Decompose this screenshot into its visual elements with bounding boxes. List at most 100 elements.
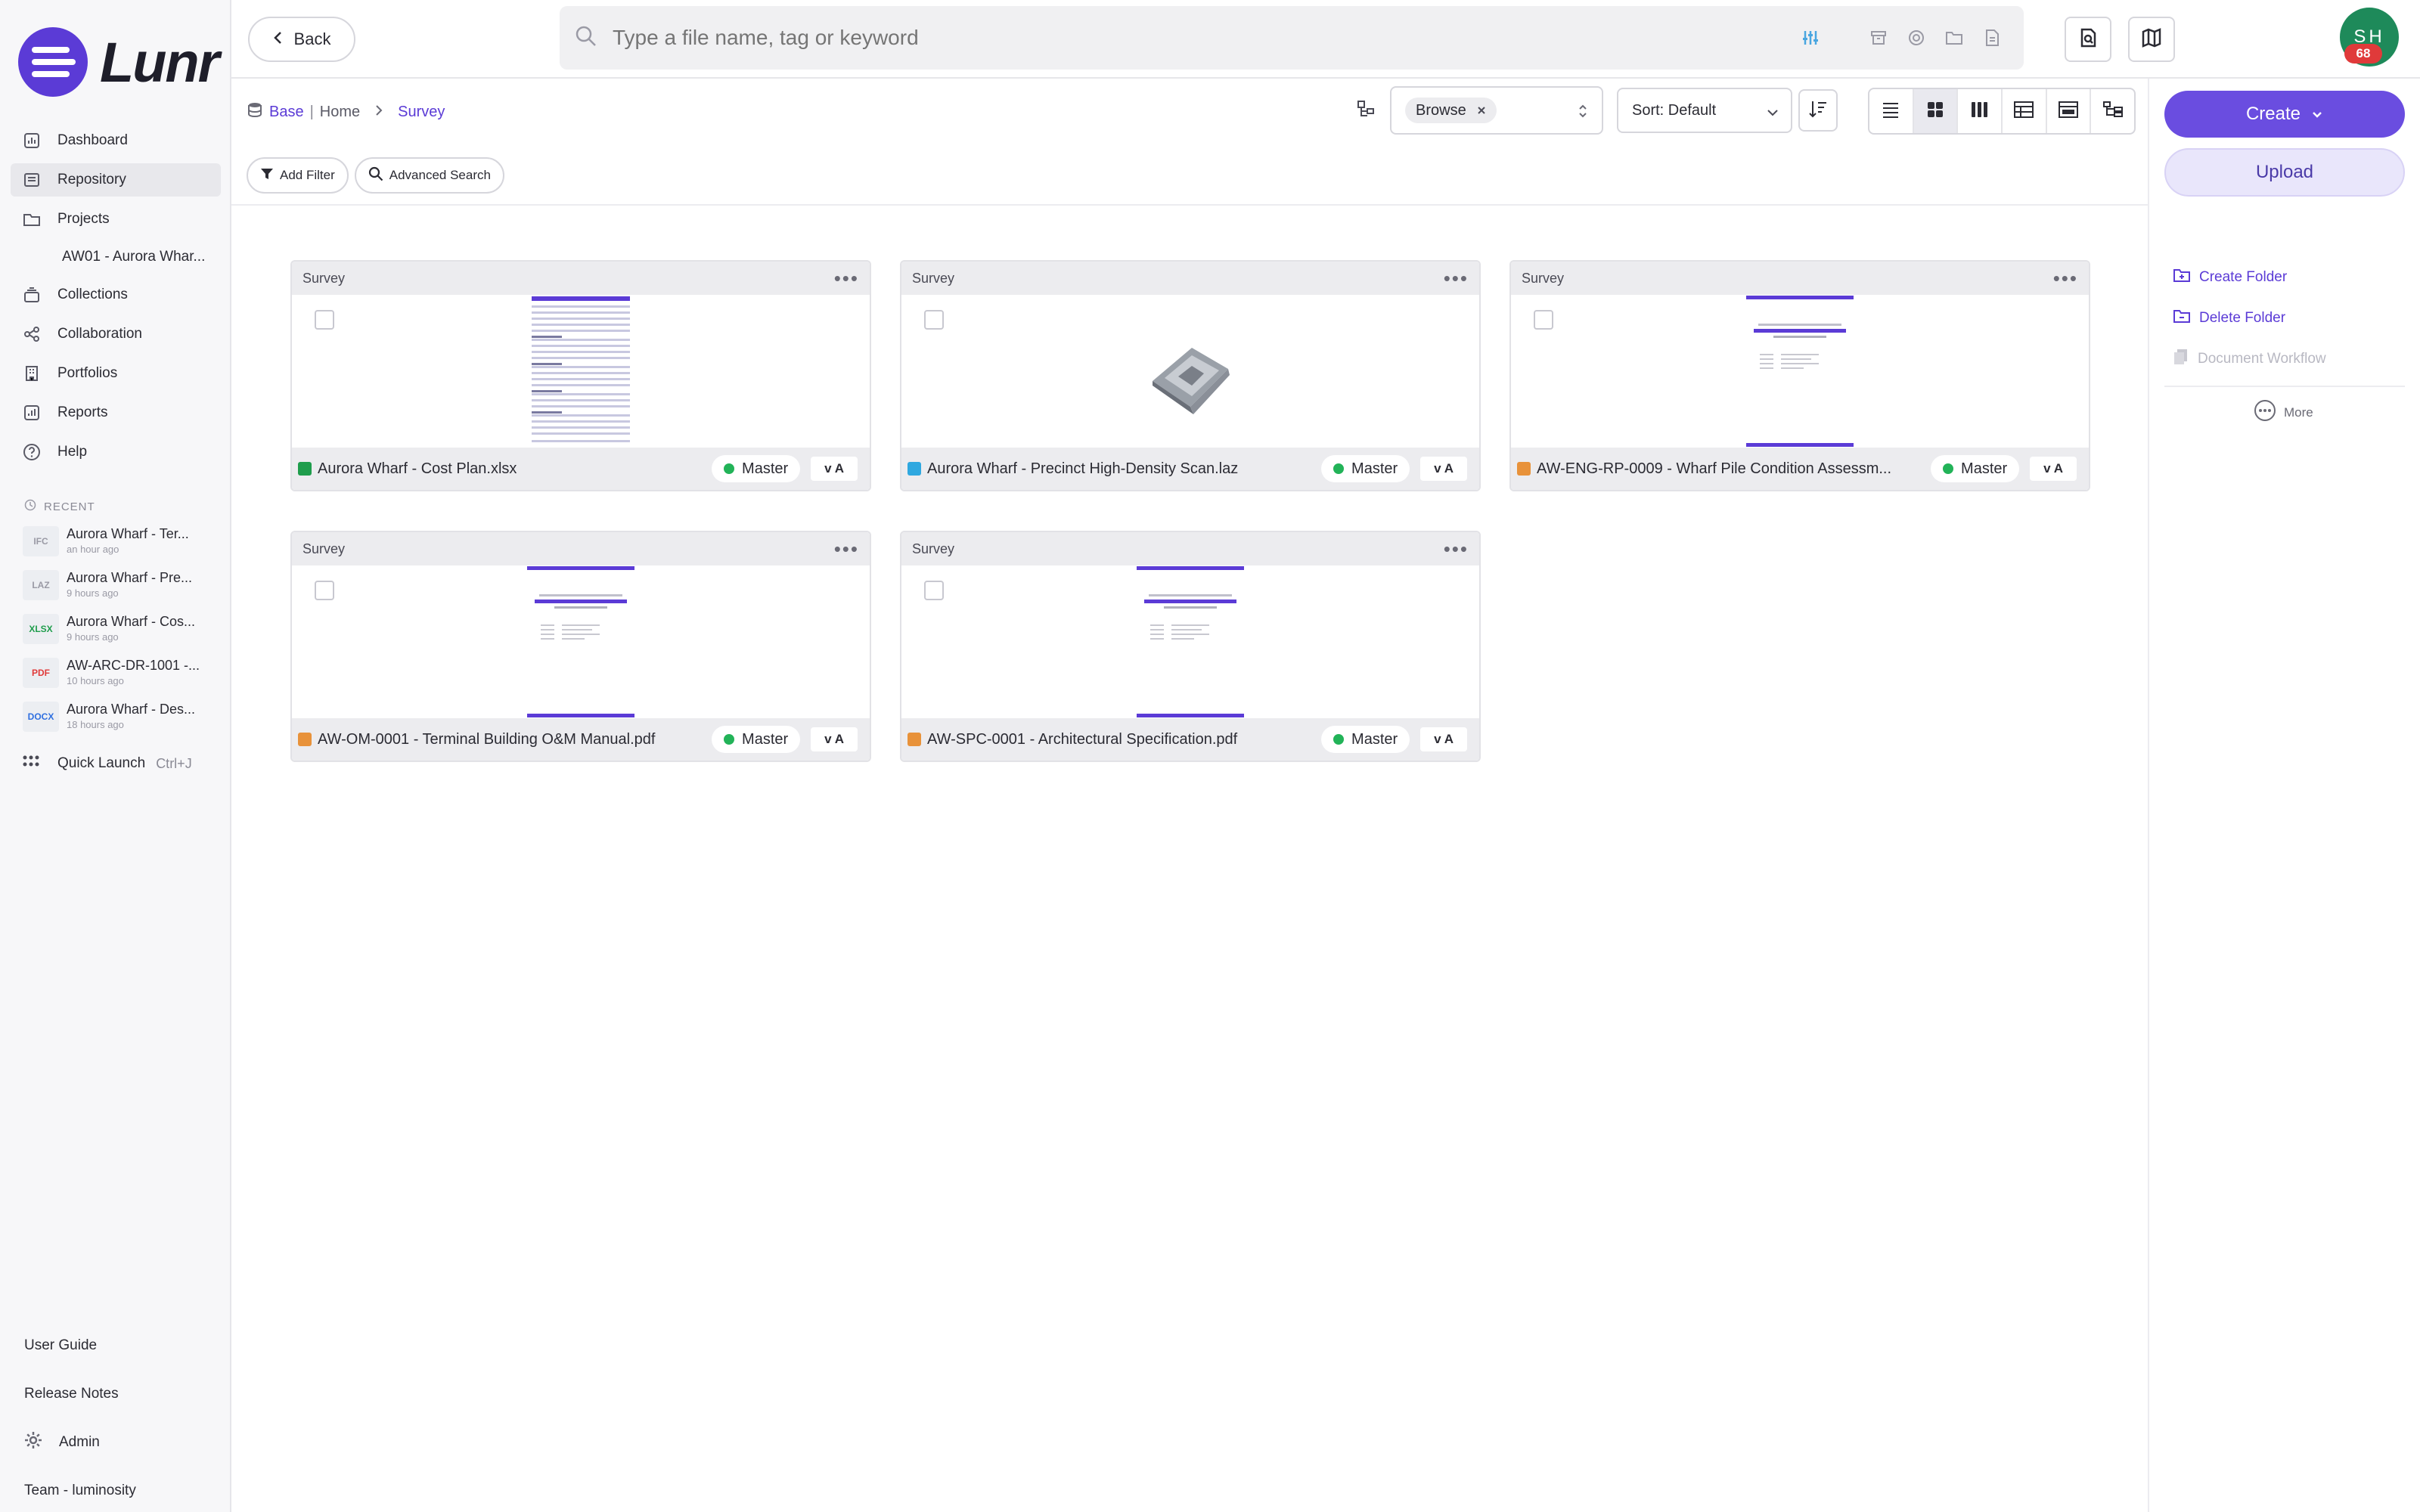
- map-view-button[interactable]: [2128, 17, 2175, 62]
- view-grid-button[interactable]: [1913, 89, 1959, 133]
- document-thumbnail: [1745, 295, 1855, 451]
- logo-mark-icon: [18, 27, 88, 97]
- back-button[interactable]: Back: [248, 17, 355, 62]
- sidebar-item-label: Portfolios: [57, 365, 118, 381]
- sort-direction-button[interactable]: [1798, 89, 1838, 132]
- file-card[interactable]: Survey ••• AW-OM-0001 - Terminal Building…: [290, 531, 871, 762]
- recent-item[interactable]: DOCX Aurora Wharf - Des... 18 hours ago: [23, 702, 219, 745]
- add-filter-button[interactable]: Add Filter: [247, 157, 349, 194]
- card-footer: AW-SPC-0001 - Architectural Specificatio…: [901, 718, 1479, 761]
- doc-search-icon: [2077, 27, 2099, 52]
- filter-sliders-icon[interactable]: [1800, 27, 1821, 48]
- file-name[interactable]: AW-SPC-0001 - Architectural Specificatio…: [927, 731, 1321, 748]
- recent-list: IFC Aurora Wharf - Ter... an hour ago LAZ…: [23, 526, 219, 745]
- breadcrumb-home[interactable]: Home: [320, 104, 360, 121]
- card-checkbox[interactable]: [1534, 310, 1553, 330]
- document-workflow-action[interactable]: Document Workflow: [2173, 339, 2326, 380]
- collections-icon: [23, 286, 41, 304]
- search-input[interactable]: [613, 26, 1671, 50]
- document-icon[interactable]: [1981, 27, 2003, 48]
- document-search-button[interactable]: [2065, 17, 2111, 62]
- gallery-icon: [2059, 101, 2079, 122]
- more-options-icon[interactable]: •••: [1444, 539, 1469, 559]
- advanced-search-button[interactable]: Advanced Search: [354, 157, 504, 194]
- file-card[interactable]: Survey ••• AW-SPC-0001 - Architectural Sp…: [900, 531, 1481, 762]
- more-options-icon[interactable]: •••: [834, 539, 859, 559]
- status-dot-icon: [724, 734, 735, 745]
- delete-folder-action[interactable]: Delete Folder: [2173, 298, 2326, 339]
- view-tree-button[interactable]: [2091, 89, 2134, 133]
- file-card[interactable]: Survey ••• Aurora Wharf - Cost Plan.xlsx …: [290, 260, 871, 491]
- sidebar-item-help[interactable]: Help: [11, 435, 221, 469]
- sort-select[interactable]: Sort: Default: [1617, 88, 1792, 133]
- sidebar-item-dashboard[interactable]: Dashboard: [11, 124, 221, 157]
- close-icon[interactable]: [1477, 102, 1486, 119]
- release-notes-link[interactable]: Release Notes: [24, 1370, 136, 1418]
- folder-search-icon[interactable]: [1944, 27, 1965, 48]
- recent-item[interactable]: XLSX Aurora Wharf - Cos... 9 hours ago: [23, 614, 219, 658]
- columns-icon: [1971, 101, 1989, 122]
- card-checkbox[interactable]: [924, 581, 944, 600]
- sidebar-item-reports[interactable]: Reports: [11, 396, 221, 429]
- quick-launch-button[interactable]: Quick Launch Ctrl+J: [23, 754, 192, 773]
- sidebar-project-aw01[interactable]: AW01 - Aurora Whar...: [11, 242, 221, 272]
- view-gallery-button[interactable]: [2047, 89, 2092, 133]
- sidebar-item-repository[interactable]: Repository: [11, 163, 221, 197]
- recent-item[interactable]: IFC Aurora Wharf - Ter... an hour ago: [23, 526, 219, 570]
- quick-launch-label: Quick Launch: [57, 755, 146, 771]
- view-table-button[interactable]: [2003, 89, 2047, 133]
- gear-icon: [24, 1431, 42, 1454]
- file-name[interactable]: Aurora Wharf - Precinct High-Density Sca…: [927, 460, 1321, 478]
- file-name[interactable]: Aurora Wharf - Cost Plan.xlsx: [318, 460, 712, 478]
- pdf-file-icon: [298, 733, 312, 746]
- folder-minus-icon: [2173, 308, 2190, 328]
- card-checkbox[interactable]: [924, 310, 944, 330]
- browse-chip[interactable]: Browse: [1405, 98, 1497, 123]
- status-badge: Master: [1321, 726, 1410, 753]
- upload-button[interactable]: Upload: [2164, 148, 2405, 197]
- sidebar-item-portfolios[interactable]: Portfolios: [11, 357, 221, 390]
- view-columns-button[interactable]: [1958, 89, 2003, 133]
- file-name[interactable]: AW-OM-0001 - Terminal Building O&M Manua…: [318, 731, 712, 748]
- grid-icon: [1927, 101, 1944, 122]
- version-badge: v A: [1420, 727, 1467, 751]
- file-card[interactable]: Survey ••• Aurora Wharf - Precinct High-D…: [900, 260, 1481, 491]
- breadcrumb-current[interactable]: Survey: [398, 104, 445, 121]
- folder-plus-icon: [2173, 268, 2190, 287]
- card-footer: Aurora Wharf - Precinct High-Density Sca…: [901, 448, 1479, 490]
- sidebar-item-projects[interactable]: Projects: [11, 203, 221, 236]
- more-options-icon[interactable]: •••: [1444, 268, 1469, 288]
- archive-icon[interactable]: [1868, 27, 1889, 48]
- xlsx-file-icon: [298, 462, 312, 476]
- recent-item[interactable]: PDF AW-ARC-DR-1001 -... 10 hours ago: [23, 658, 219, 702]
- view-list-button[interactable]: [1869, 89, 1914, 133]
- create-button[interactable]: Create: [2164, 91, 2405, 138]
- card-checkbox[interactable]: [315, 581, 334, 600]
- recent-item-time: 18 hours ago: [67, 719, 124, 730]
- team-label[interactable]: Team - luminosity: [24, 1467, 136, 1512]
- file-card[interactable]: Survey ••• AW-ENG-RP-0009 - Wharf Pile Co…: [1509, 260, 2090, 491]
- tree-view-icon[interactable]: [1357, 100, 1376, 123]
- sort-descending-icon: [1808, 99, 1828, 122]
- logo[interactable]: Lunr: [18, 27, 219, 97]
- more-button[interactable]: More: [2254, 399, 2313, 426]
- recent-item[interactable]: LAZ Aurora Wharf - Pre... 9 hours ago: [23, 570, 219, 614]
- file-type-badge: XLSX: [23, 614, 59, 644]
- sidebar-item-label: Collections: [57, 287, 128, 302]
- file-name[interactable]: AW-ENG-RP-0009 - Wharf Pile Condition As…: [1537, 460, 1931, 478]
- breadcrumb-base[interactable]: Base: [269, 104, 304, 121]
- status-dot-icon: [724, 463, 735, 474]
- card-checkbox[interactable]: [315, 310, 334, 330]
- create-folder-action[interactable]: Create Folder: [2173, 257, 2326, 298]
- sidebar-item-collaboration[interactable]: Collaboration: [11, 318, 221, 351]
- version-badge: v A: [811, 457, 858, 481]
- browse-select[interactable]: Browse: [1390, 86, 1603, 135]
- user-guide-link[interactable]: User Guide: [24, 1321, 136, 1370]
- card-folder-label: Survey: [912, 541, 955, 556]
- breadcrumb: Base | Home Survey: [247, 101, 445, 122]
- more-options-icon[interactable]: •••: [2053, 268, 2078, 288]
- target-icon[interactable]: [1906, 27, 1927, 48]
- more-options-icon[interactable]: •••: [834, 268, 859, 288]
- sidebar-item-collections[interactable]: Collections: [11, 278, 221, 311]
- admin-link[interactable]: Admin: [24, 1418, 136, 1467]
